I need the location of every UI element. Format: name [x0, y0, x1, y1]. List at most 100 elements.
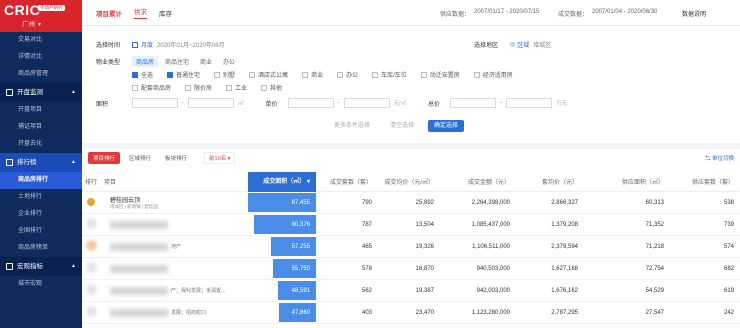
unit-switch-button[interactable]: ⇆ 单位切换 — [705, 154, 734, 162]
checkbox-option[interactable]: 别墅 — [214, 70, 235, 79]
header-supply-count[interactable]: 供应套数（套） — [670, 177, 740, 186]
checkbox-option[interactable]: 商业 — [302, 70, 323, 79]
checkbox[interactable] — [420, 71, 427, 78]
clear-button[interactable]: 清空选择 — [384, 120, 420, 132]
checkbox-option[interactable]: 动迁安置房 — [420, 70, 460, 79]
more-conditions-button[interactable]: 更多条件选择 — [328, 120, 376, 132]
type-tab-residential[interactable]: 商品住宅 — [161, 56, 193, 67]
checkbox[interactable] — [132, 71, 138, 78]
area-min-input[interactable] — [132, 98, 178, 108]
table-row[interactable]: 产；保利发展；米润置... 48,591 562 19,387 942,003,000 1… — [82, 280, 740, 302]
price-max-input[interactable] — [343, 98, 390, 108]
supply-count-cell: 682 — [723, 265, 734, 272]
header-avg-price[interactable]: 成交均价（元/㎡） — [378, 177, 440, 186]
price-min-input[interactable] — [287, 98, 334, 108]
tab-supply-demand[interactable]: 供求 — [134, 6, 147, 19]
tab-project-rank[interactable]: 项目排行 — [88, 152, 121, 164]
time-range[interactable]: 2020年01月~2020年06月 — [157, 40, 225, 49]
monitor-icon — [6, 89, 13, 96]
sidebar-item-housing-rank[interactable]: 商品房排行 — [0, 172, 82, 189]
range-dash: - — [500, 100, 503, 106]
checkbox-option[interactable]: 车库/车位 — [372, 70, 407, 79]
total-min-input[interactable] — [450, 98, 497, 108]
checkbox[interactable] — [302, 71, 309, 78]
header-count[interactable]: 成交套数（套） — [316, 177, 378, 186]
type-tab-office[interactable]: 办公 — [219, 56, 239, 67]
sidebar-section-ranking[interactable]: 排行榜 ▲ — [0, 153, 82, 172]
area-max-input[interactable] — [188, 98, 234, 108]
checkbox-option[interactable]: 普通住宅 — [167, 70, 200, 79]
sidebar-item-national-rank[interactable]: 全国排行 — [0, 223, 82, 240]
confirm-button[interactable]: 确定选择 — [428, 120, 465, 132]
checkbox[interactable] — [185, 84, 192, 91]
section-divider — [82, 143, 740, 149]
checkbox[interactable] — [226, 84, 233, 91]
sidebar-item-housing-manage[interactable]: 商品房管理 — [0, 66, 82, 83]
checkbox[interactable] — [337, 71, 344, 78]
sidebar-item-detail-compare[interactable]: 详情对比 — [0, 49, 82, 66]
sidebar-item-trade-compare[interactable]: 交易对比 — [0, 32, 82, 49]
type-tab-commercial[interactable]: 商业 — [196, 56, 216, 67]
checkbox-label: 全选 — [141, 73, 154, 79]
checkbox-option[interactable]: 酒店式公寓 — [249, 70, 288, 79]
area-value: 57,255 — [291, 243, 310, 250]
area-value[interactable]: 增城区 — [533, 40, 551, 49]
checkbox[interactable] — [214, 71, 221, 78]
table-header: 排行 项目 成交面积（㎡） ▾ 成交套数（套） 成交均价（元/㎡） 成交金额（元… — [82, 171, 740, 192]
tab-inventory[interactable]: 库存 — [159, 8, 172, 18]
checkbox-option[interactable]: 办公 — [337, 70, 358, 79]
sidebar-item-land-rank[interactable]: 土地排行 — [0, 189, 82, 206]
sidebar-item-opening-sellthrough[interactable]: 开盘去化 — [0, 136, 82, 153]
tab-district-rank[interactable]: 区域排行 — [124, 152, 156, 164]
checkbox[interactable] — [372, 71, 379, 78]
sidebar-item-housing-list[interactable]: 商品房榜单 — [0, 240, 82, 257]
checkbox-label: 配套商品房 — [141, 86, 172, 92]
project-cell[interactable]: 产；保利发展；米润置... — [100, 280, 248, 301]
project-cell[interactable]: 发展；招商蛇口 — [100, 302, 248, 323]
table-row[interactable]: 地产 57,255 465 19,326 1,106,511,000 2,379,594 7… — [82, 236, 740, 258]
tab-block-rank[interactable]: 板块排行 — [160, 152, 192, 164]
header-supply-area[interactable]: 供应面积（㎡） — [584, 177, 670, 186]
sidebar-section-opening[interactable]: 开盘监测 ▲ — [0, 83, 82, 102]
checkbox[interactable] — [473, 71, 480, 78]
checkbox-option[interactable]: 其他 — [261, 83, 282, 92]
checkbox[interactable] — [261, 84, 268, 91]
sidebar-item-opening-projects[interactable]: 开盘项目 — [0, 102, 82, 119]
area-mode[interactable]: 区域 — [517, 40, 529, 49]
project-cell[interactable]: 碧桂园云顶 增城区 | 新塘镇 | 碧桂园 — [100, 192, 248, 213]
checkbox-option[interactable]: 限价房 — [185, 83, 212, 92]
checkbox[interactable] — [167, 71, 174, 78]
checkbox-option[interactable]: 全选 — [132, 70, 153, 79]
project-cell[interactable] — [100, 214, 248, 235]
header-unit-price[interactable]: 套均价（元） — [516, 177, 584, 186]
supply-count-cell: 739 — [723, 221, 734, 228]
header-area[interactable]: 成交面积（㎡） ▾ — [248, 171, 316, 192]
city-selector[interactable]: 广州 ▼ — [22, 18, 42, 28]
tab-project-cumulative[interactable]: 项目累计 — [96, 8, 122, 18]
checkbox[interactable] — [249, 71, 256, 78]
total-max-input[interactable] — [506, 98, 553, 108]
checkbox-option[interactable]: 工业 — [226, 83, 247, 92]
sidebar-item-city-macro[interactable]: 城市宏观 — [0, 276, 82, 293]
calendar-icon — [132, 41, 138, 48]
checkbox-option[interactable]: 经济适用房 — [473, 70, 513, 79]
sidebar-section-macro[interactable]: 宏观指标 ▲ — [0, 257, 82, 276]
table-row[interactable]: 发展；招商蛇口 47,860 403 23,470 1,123,280,000 2,787… — [82, 302, 740, 324]
checkbox[interactable] — [132, 84, 138, 91]
area-cell: 55,750 — [248, 258, 316, 279]
table-row[interactable]: 碧桂园云顶 增城区 | 新塘镇 | 碧桂园 87,455 790 25,892 2,264… — [82, 192, 740, 214]
sidebar-item-permit-projects[interactable]: 捕证项目 — [0, 119, 82, 136]
data-help-link[interactable]: 数据说明 — [682, 9, 706, 18]
checkbox-option[interactable]: 配套商品房 — [132, 83, 171, 92]
logo[interactable]: CRIC 不动产研究 广州 ▼ — [0, 0, 82, 32]
project-cell[interactable]: 地产 — [100, 236, 248, 257]
sidebar-item-company-rank[interactable]: 企业排行 — [0, 206, 82, 223]
amount-cell: 1,106,511,000 — [472, 243, 510, 250]
top-n-select[interactable]: 前10名 ▾ — [204, 152, 236, 164]
table-row[interactable]: 55,750 578 16,870 940,503,000 1,627,168 72,75… — [82, 258, 740, 280]
table-row[interactable]: 80,376 787 13,504 1,085,437,000 1,379,208 71,… — [82, 214, 740, 236]
header-amount[interactable]: 成交金额（元） — [440, 177, 516, 186]
project-cell[interactable] — [100, 258, 248, 279]
time-mode[interactable]: 月度 — [141, 40, 153, 49]
type-tab-housing[interactable]: 商品房 — [132, 56, 159, 67]
